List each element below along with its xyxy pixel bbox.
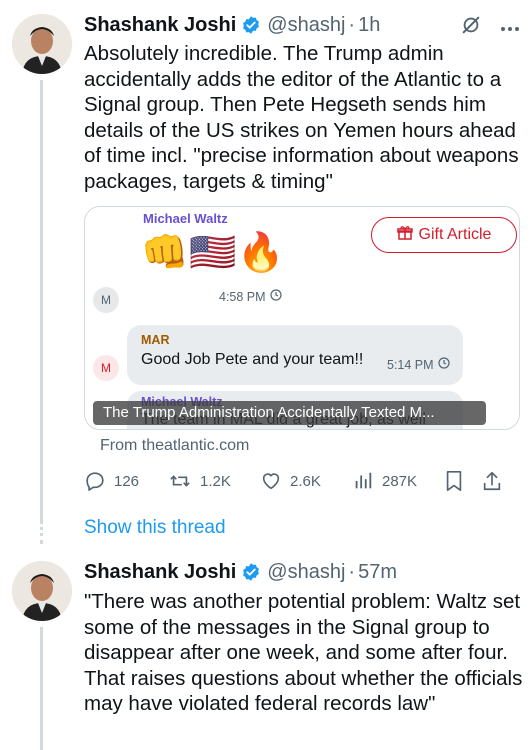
timestamp-text: 5:14 PM: [387, 357, 434, 372]
verified-badge-icon: [241, 562, 261, 582]
grok-icon[interactable]: [460, 14, 482, 41]
reply-icon: [84, 470, 106, 492]
author-avatar[interactable]: [12, 561, 72, 621]
link-card[interactable]: Michael Waltz 👊🇺🇸🔥 Gift Article M 4:58 P…: [84, 206, 520, 430]
author-handle[interactable]: @shashj: [267, 561, 345, 584]
tweet-2[interactable]: Shashank Joshi @shashj · 57m "There was …: [0, 545, 532, 750]
views-button[interactable]: 287K: [352, 470, 444, 492]
clock-icon: [437, 357, 450, 372]
tweet-header: Shashank Joshi @shashj · 57m: [84, 559, 397, 585]
card-title-overlay[interactable]: The Trump Administration Accidentally Te…: [93, 401, 486, 425]
tweet-time[interactable]: 57m: [358, 561, 397, 584]
tweet-time[interactable]: 1h: [358, 14, 380, 37]
like-count: 2.6K: [290, 472, 321, 490]
fist-emoji: 👊: [141, 232, 191, 274]
thread-connector: [40, 80, 43, 520]
thread-connector: [40, 627, 43, 750]
repost-button[interactable]: 1.2K: [168, 470, 260, 492]
author-name[interactable]: Shashank Joshi: [84, 14, 236, 37]
share-button[interactable]: [482, 470, 512, 492]
repost-icon: [168, 470, 192, 492]
timestamp-text: 4:58 PM: [219, 289, 266, 304]
reply-count: 126: [114, 472, 140, 490]
reply-button[interactable]: 126: [84, 470, 168, 492]
bookmark-icon: [444, 470, 464, 492]
us-flag-emoji: 🇺🇸: [189, 232, 239, 274]
author-handle[interactable]: @shashj: [267, 14, 345, 37]
tweet-1[interactable]: Shashank Joshi @shashj · 1h Absolutely i…: [0, 0, 532, 545]
gift-article-label: Gift Article: [418, 226, 492, 243]
emoji-reactions: 👊🇺🇸🔥: [141, 231, 285, 275]
separator-dot: ·: [348, 13, 356, 36]
message-timestamp: 5:14 PM: [387, 357, 450, 372]
gift-article-button[interactable]: Gift Article: [371, 217, 517, 253]
card-source[interactable]: From theatlantic.com: [100, 437, 249, 455]
tweet-top-icons: [460, 14, 520, 41]
gift-icon: [396, 225, 413, 246]
separator-dot: ·: [348, 560, 356, 583]
message-timestamp: 4:58 PM: [219, 289, 282, 304]
tweet-text: "There was another potential problem: Wa…: [84, 590, 523, 715]
more-icon[interactable]: [500, 19, 520, 37]
share-icon: [482, 470, 502, 492]
views-icon: [352, 470, 374, 492]
fire-emoji: 🔥: [237, 232, 287, 274]
like-button[interactable]: 2.6K: [260, 470, 352, 492]
chat-bubble: MAR Good Job Pete and your team!! 5:14 P…: [127, 325, 463, 385]
verified-badge-icon: [241, 15, 261, 35]
like-icon: [260, 470, 282, 492]
chat-avatar: M: [93, 287, 119, 313]
chat-avatar: M: [93, 355, 119, 381]
sender-name: MAR: [141, 333, 170, 347]
author-name[interactable]: Shashank Joshi: [84, 561, 236, 584]
card-screenshot: Michael Waltz 👊🇺🇸🔥 Gift Article M 4:58 P…: [85, 207, 519, 429]
repost-count: 1.2K: [200, 472, 231, 490]
thread-dots: [40, 520, 43, 544]
views-count: 287K: [382, 472, 418, 490]
tweet-header: Shashank Joshi @shashj · 1h: [84, 12, 380, 38]
tweet-text: Absolutely incredible. The Trump admin a…: [84, 42, 519, 193]
clock-icon: [269, 289, 282, 304]
action-bar: 126 1.2K 2.6K 287K: [84, 468, 520, 494]
sender-name: Michael Waltz: [143, 211, 228, 226]
bookmark-button[interactable]: [444, 470, 482, 492]
chat-message: Good Job Pete and your team!!: [141, 351, 364, 368]
author-avatar[interactable]: [12, 14, 72, 74]
show-thread-link[interactable]: Show this thread: [84, 517, 226, 539]
